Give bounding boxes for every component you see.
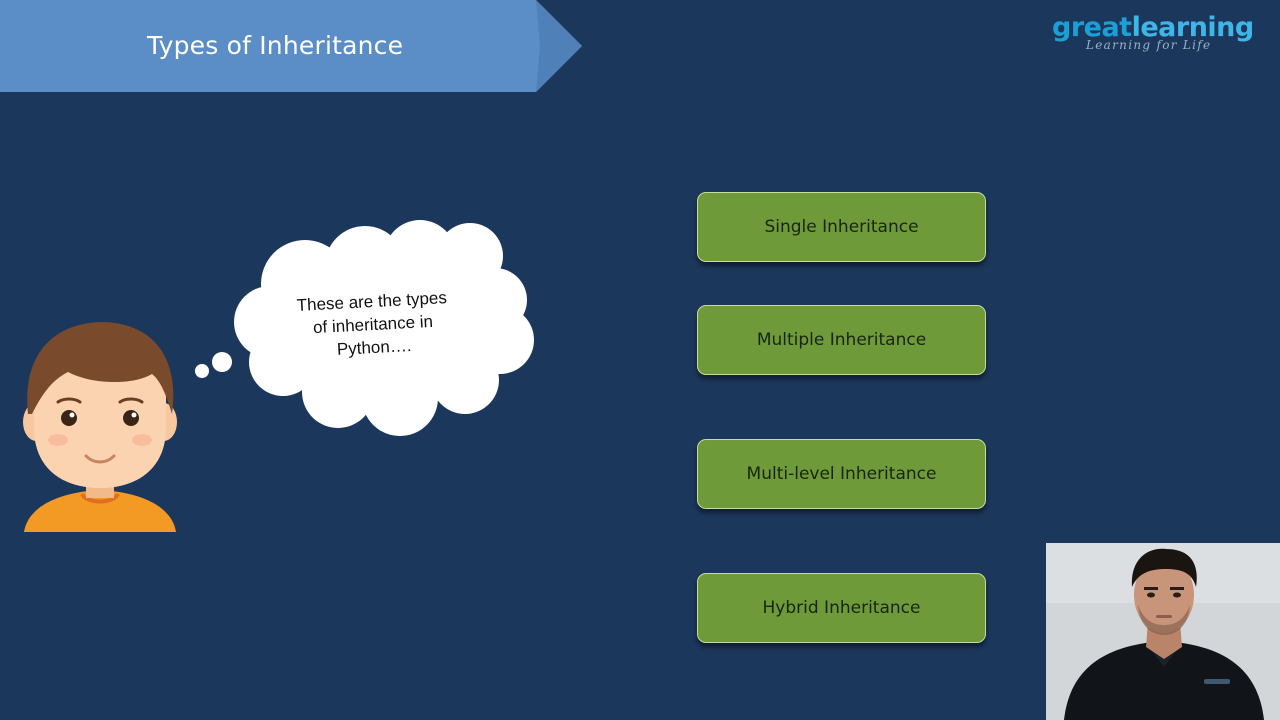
thought-text: These are the types of inheritance in Py… xyxy=(296,288,448,359)
multi-level-inheritance-box: Multi-level Inheritance xyxy=(697,439,986,509)
page-title: Types of Inheritance xyxy=(147,31,404,60)
type-label: Multi-level Inheritance xyxy=(746,464,937,484)
multiple-inheritance-box: Multiple Inheritance xyxy=(697,305,986,375)
type-label: Hybrid Inheritance xyxy=(762,598,921,618)
single-inheritance-box: Single Inheritance xyxy=(697,192,986,262)
greatlearning-logo: greatlearning Learning for Life xyxy=(1050,12,1260,58)
type-label: Multiple Inheritance xyxy=(756,330,927,350)
type-label: Single Inheritance xyxy=(764,217,919,237)
boy-avatar-icon xyxy=(20,318,180,534)
logo-tagline: Learning for Life xyxy=(1086,38,1212,52)
hybrid-inheritance-box: Hybrid Inheritance xyxy=(697,573,986,643)
title-banner: Types of Inheritance xyxy=(0,0,582,92)
presenter-webcam-video xyxy=(1046,543,1280,720)
